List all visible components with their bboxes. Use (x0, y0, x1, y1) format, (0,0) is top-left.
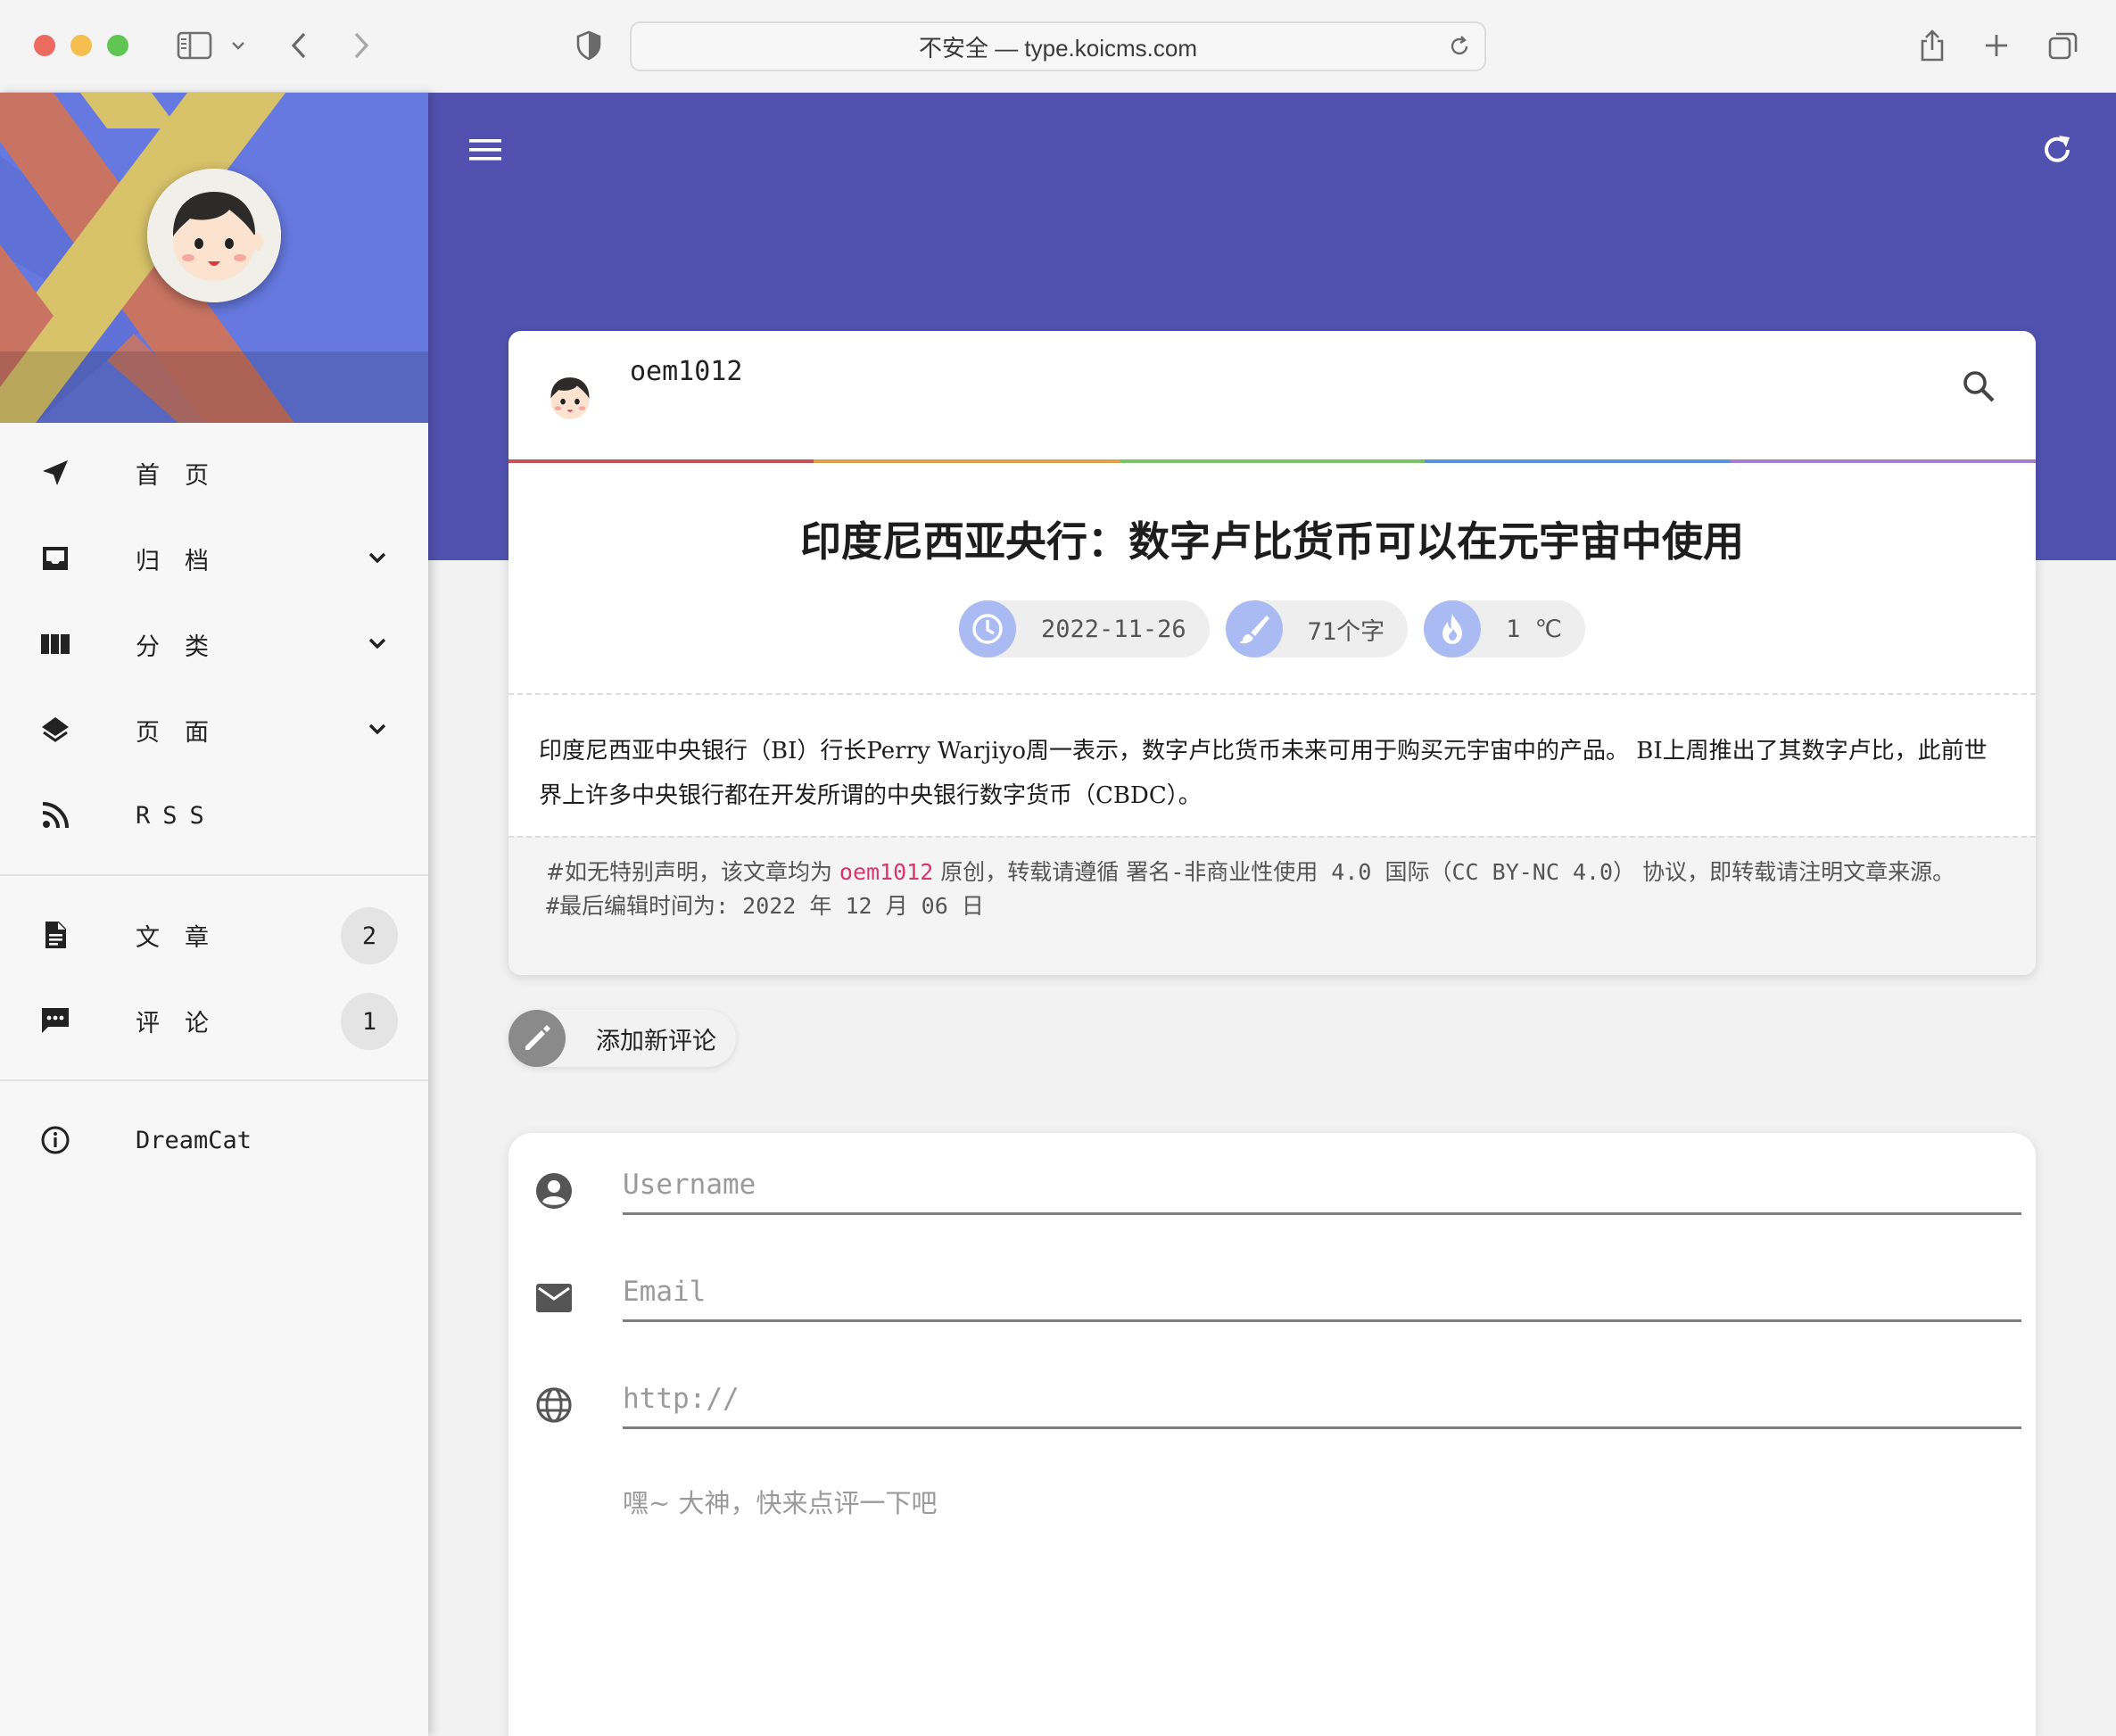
heat-chip: 1 ℃ (1424, 600, 1585, 657)
sidebar-item-label: 分类 (136, 632, 234, 661)
chevron-down-icon[interactable] (227, 21, 250, 70)
sidebar-item-about[interactable]: DreamCat (0, 1097, 428, 1183)
sidebar-item-label: 归档 (136, 547, 234, 575)
back-icon[interactable] (284, 21, 314, 70)
maximize-window-button[interactable] (107, 35, 128, 56)
post-word-count: 71个字 (1307, 617, 1385, 646)
website-input[interactable] (623, 1367, 2021, 1422)
sidebar-item-comments[interactable]: 评论 1 (0, 978, 428, 1063)
url-text: 不安全 — type.koicms.com (918, 34, 1198, 62)
tab-overview-icon[interactable] (2046, 21, 2080, 70)
browser-toolbar: 不安全 — type.koicms.com (0, 0, 2116, 93)
username-input[interactable] (623, 1153, 2021, 1208)
send-icon (39, 457, 71, 489)
minimize-window-button[interactable] (70, 35, 92, 56)
rainbow-divider (508, 459, 2036, 463)
license-link[interactable]: 署名-非商业性使用 4.0 国际（CC BY-NC 4.0） (1126, 859, 1635, 885)
address-bar[interactable]: 不安全 — type.koicms.com (630, 21, 1486, 71)
sidebar-item-categories[interactable]: 分类 (0, 601, 428, 687)
info-icon (39, 1124, 71, 1156)
sidebar-nav: 首页 归档 分类 页面 RSS 文章 2 评论 1 DreamCat (0, 423, 428, 1183)
post-heat: 1 ℃ (1506, 615, 1562, 643)
clock-icon (959, 600, 1017, 657)
fire-icon (1424, 600, 1482, 657)
copyright-author-link[interactable]: oem1012 (839, 859, 933, 885)
sidebar: 首页 归档 分类 页面 RSS 文章 2 评论 1 DreamCat (0, 93, 428, 1736)
chevron-down-icon[interactable] (364, 715, 391, 748)
comment-count-badge: 1 (341, 993, 398, 1050)
brush-icon (1225, 600, 1283, 657)
post-title: 印度尼西亚央行：数字卢比货币可以在元宇宙中使用 (800, 517, 1744, 566)
sidebar-item-pages[interactable]: 页面 (0, 687, 428, 773)
globe-icon (533, 1385, 574, 1426)
account-icon (533, 1170, 574, 1211)
last-edited: #最后编辑时间为: 2022 年 12 月 06 日 (546, 893, 984, 919)
article-icon (39, 919, 71, 951)
layers-icon (39, 714, 71, 746)
add-comment-button[interactable]: 添加新评论 (508, 1010, 736, 1067)
sidebar-item-archive[interactable]: 归档 (0, 516, 428, 601)
columns-icon (39, 628, 71, 660)
sidebar-toggle-icon[interactable] (171, 21, 218, 70)
reload-icon[interactable] (1447, 34, 1472, 65)
url-field-wrapper (623, 1367, 2021, 1429)
email-input[interactable] (623, 1260, 2021, 1315)
post-card-header: oem1012 (508, 331, 2036, 459)
sidebar-item-label: 页面 (136, 718, 234, 747)
author-avatar[interactable] (539, 367, 601, 429)
post-card: oem1012 印度尼西亚央行：数字卢比货币可以在元宇宙中使用 2022-11-… (508, 331, 2036, 975)
sidebar-item-label: 评论 (136, 1009, 234, 1037)
email-icon (533, 1277, 574, 1319)
chevron-down-icon[interactable] (364, 630, 391, 663)
archive-icon (39, 542, 71, 575)
date-chip: 2022-11-26 (959, 600, 1210, 657)
site-avatar[interactable] (147, 169, 281, 302)
search-icon[interactable] (1961, 368, 1996, 408)
email-field-wrapper (623, 1260, 2021, 1322)
comment-form (508, 1133, 2036, 1736)
shield-icon[interactable] (573, 21, 605, 70)
post-meta: 2022-11-26 71个字 1 ℃ (508, 600, 2036, 657)
sidebar-item-label: 首页 (136, 461, 234, 490)
word-count-chip: 71个字 (1225, 600, 1409, 657)
article-count-badge: 2 (341, 907, 398, 964)
copyright-notice: #如无特别声明，该文章均为 oem1012 原创，转载请遵循 署名-非商业性使用… (508, 836, 2036, 975)
username-field-wrapper (623, 1153, 2021, 1215)
sidebar-item-rss[interactable]: RSS (0, 773, 428, 858)
chevron-down-icon[interactable] (364, 544, 391, 577)
close-window-button[interactable] (34, 35, 55, 56)
forward-icon[interactable] (346, 21, 376, 70)
sidebar-divider (0, 874, 428, 876)
comment-textarea[interactable] (623, 1483, 2021, 1715)
menu-icon[interactable] (467, 136, 503, 168)
author-name[interactable]: oem1012 (630, 356, 742, 387)
sidebar-divider (0, 1079, 428, 1081)
sidebar-item-label: DreamCat (136, 1126, 252, 1154)
new-tab-icon[interactable] (1980, 21, 2013, 70)
sidebar-item-label: 文章 (136, 923, 234, 952)
comment-icon (39, 1004, 71, 1037)
post-content: 印度尼西亚中央银行（BI）行长Perry Warjiyo周一表示，数字卢比货币未… (539, 738, 1988, 809)
rss-icon (39, 799, 71, 831)
sidebar-banner (0, 93, 428, 423)
pencil-icon (508, 1010, 566, 1067)
sidebar-item-label: RSS (136, 801, 217, 830)
refresh-icon[interactable] (2039, 132, 2075, 171)
add-comment-label: 添加新评论 (596, 1027, 716, 1055)
post-date: 2022-11-26 (1041, 615, 1186, 643)
share-icon[interactable] (1916, 21, 1948, 70)
sidebar-item-articles[interactable]: 文章 2 (0, 892, 428, 978)
sidebar-item-home[interactable]: 首页 (0, 430, 428, 516)
